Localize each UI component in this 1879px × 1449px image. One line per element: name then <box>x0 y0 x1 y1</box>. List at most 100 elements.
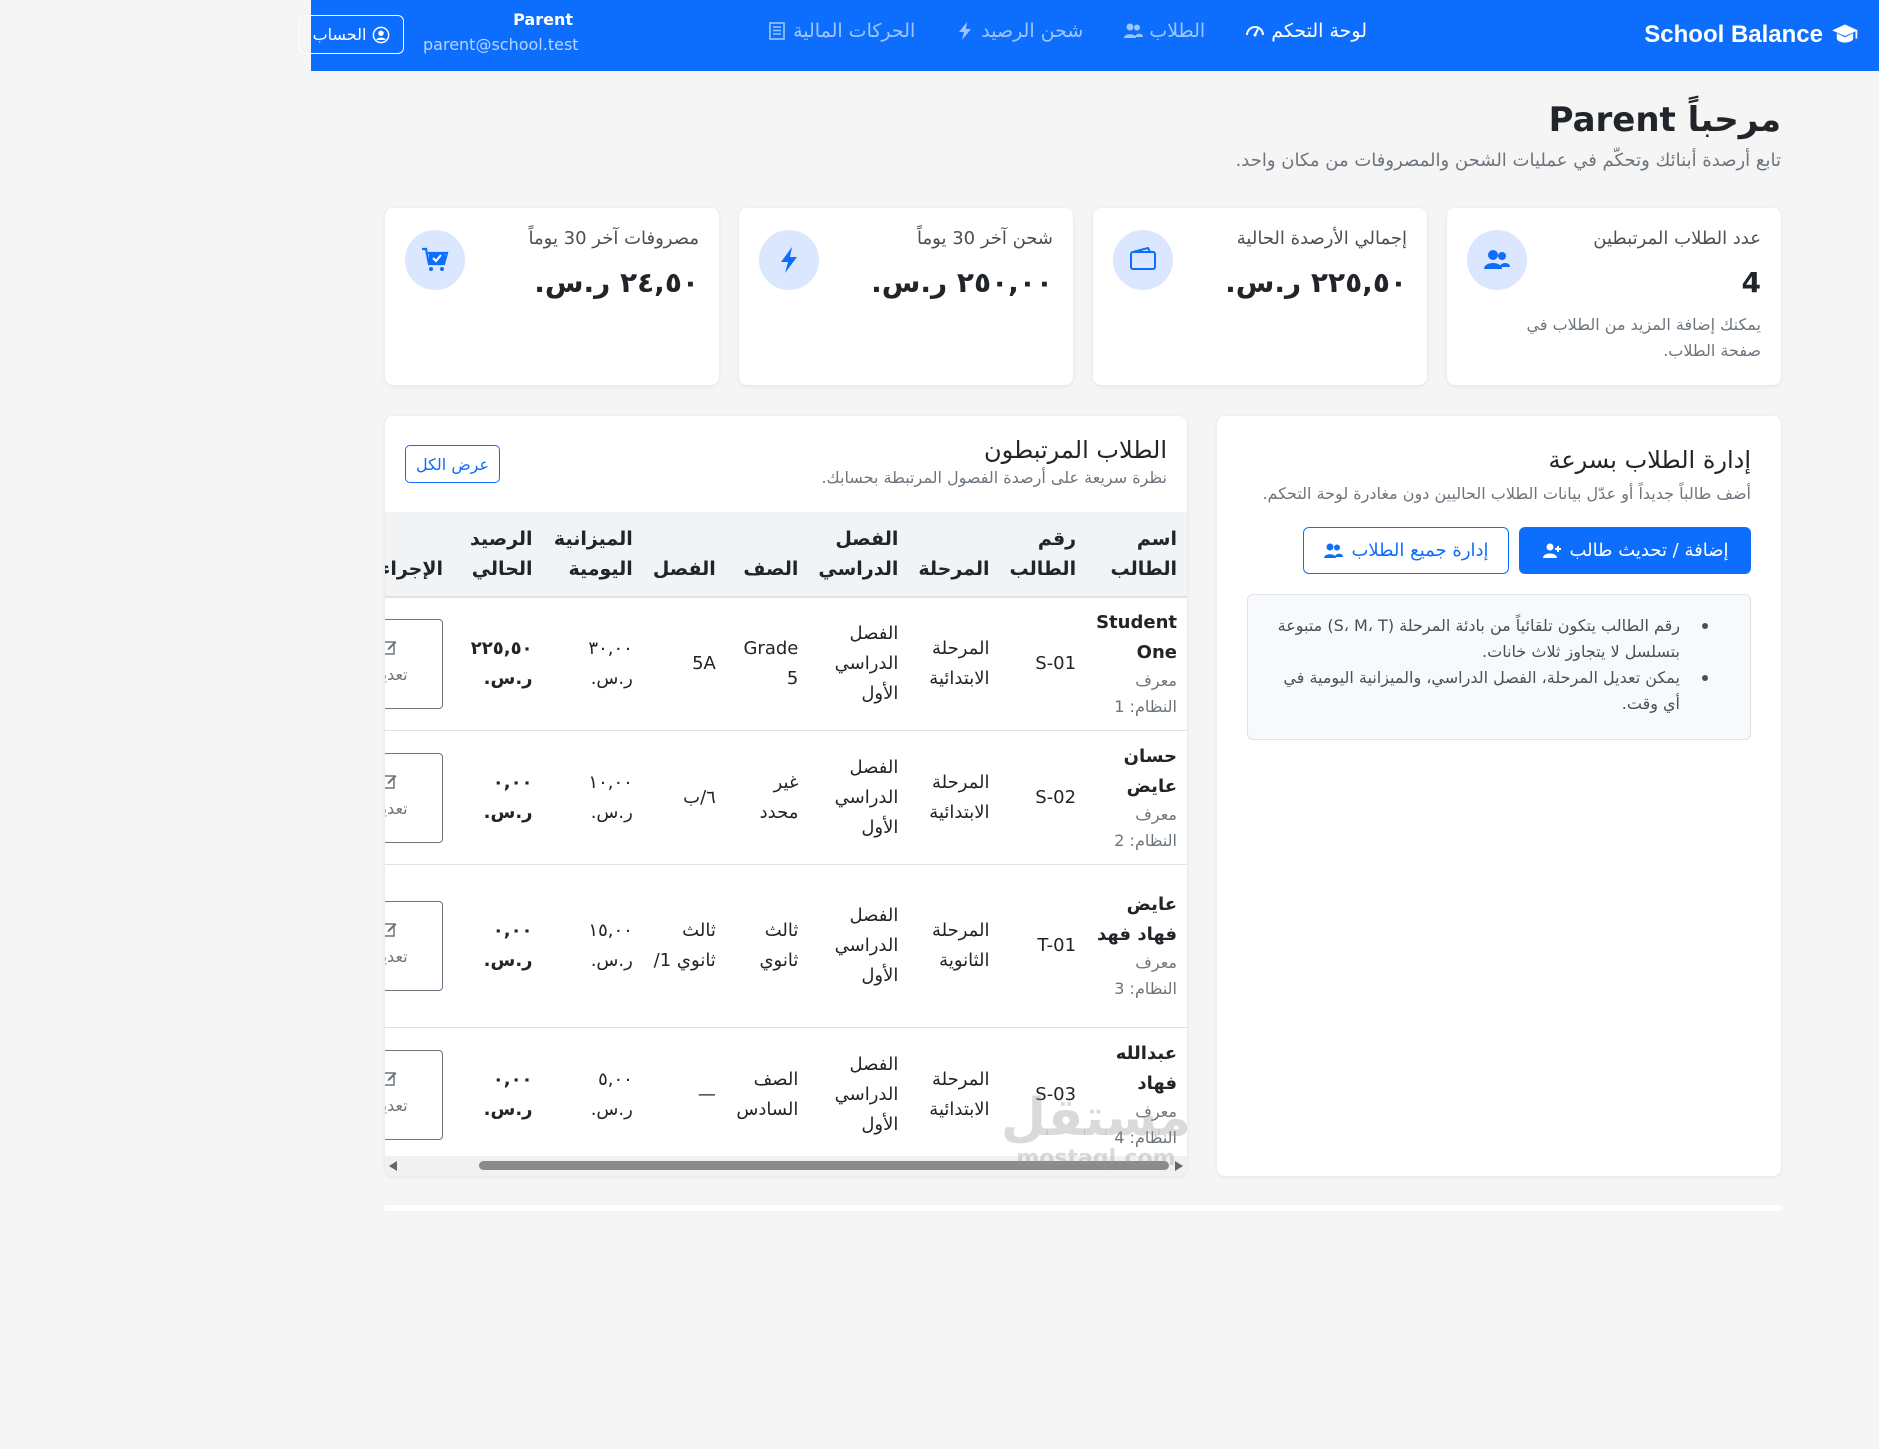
add-student-label: إضافة / تحديث طالب <box>1569 540 1729 561</box>
cell-stage: المرحلة الابتدائية <box>908 730 1000 865</box>
cell-daily: ١٠,٠٠ ر.س. <box>542 730 643 865</box>
table-row: حسان عايض معرف النظام: 2 S-02 المرحلة ال… <box>385 730 1187 865</box>
users-icon <box>1484 250 1510 269</box>
account-button[interactable]: الحساب <box>299 15 404 54</box>
edit-label: تعديل <box>385 798 408 818</box>
next-section-edge <box>385 1205 1781 1211</box>
stat-icon-wrap <box>759 230 819 290</box>
gauge-icon <box>1246 26 1265 37</box>
col-stage: المرحلة <box>908 512 1000 598</box>
cell-term: الفصل الدراسي الأول <box>808 864 909 1028</box>
cell-balance: ٠,٠٠ ر.س. <box>453 864 543 1028</box>
manage-all-label: إدارة جميع الطلاب <box>1351 540 1489 561</box>
brand-link[interactable]: School Balance <box>1644 18 1859 52</box>
stat-note: يمكنك إضافة المزيد من الطلاب في صفحة الط… <box>1526 315 1761 360</box>
edit-button[interactable]: تعديل <box>385 752 444 843</box>
add-update-student-button[interactable]: إضافة / تحديث طالب <box>1519 527 1751 574</box>
student-name: Student One <box>1096 612 1177 663</box>
main-nav: لوحة التحكم الطلاب شحن الرصيد الحركات ال… <box>767 20 1367 42</box>
cell-term: الفصل الدراسي الأول <box>808 597 909 731</box>
cell-daily: ٥,٠٠ ر.س. <box>542 1027 643 1156</box>
cell-class: ثالث ثانوي 1/ <box>642 864 726 1028</box>
view-all-button[interactable]: عرض الكل <box>405 445 500 483</box>
users-icon <box>1124 23 1144 38</box>
table-header-row: اسم الطالب رقم الطالب المرحلة الفصل الدر… <box>385 512 1187 598</box>
user-info: Parent parent@school.test <box>423 10 579 54</box>
nav-students[interactable]: الطلاب <box>1123 20 1205 42</box>
user-circle-icon <box>373 26 390 43</box>
students-table: اسم الطالب رقم الطالب المرحلة الفصل الدر… <box>385 512 1187 1156</box>
cell-number: S-02 <box>999 730 1087 865</box>
students-title: الطلاب المرتبطون <box>984 436 1167 464</box>
edit-button[interactable]: تعديل <box>385 901 444 991</box>
user-email: parent@school.test <box>423 35 579 54</box>
stat-label: شحن آخر 30 يوماً <box>917 228 1053 249</box>
page-title: مرحباً Parent <box>1548 100 1781 140</box>
manage-title: إدارة الطلاب بسرعة <box>1548 446 1751 474</box>
nav-dashboard[interactable]: لوحة التحكم <box>1245 20 1367 42</box>
cell-balance: ٠,٠٠ ر.س. <box>453 1027 543 1156</box>
manage-all-students-button[interactable]: إدارة جميع الطلاب <box>1303 527 1509 574</box>
cell-balance: ٠,٠٠ ر.س. <box>453 730 543 865</box>
cell-actions: تعديل <box>385 597 454 731</box>
watermark-url: mostaql.com <box>1016 1146 1176 1171</box>
student-name: عايض فهاد فهد <box>1097 894 1177 945</box>
cell-class: ٦/ب <box>642 730 726 865</box>
edit-label: تعديل <box>385 1096 408 1115</box>
cell-term: الفصل الدراسي الأول <box>808 1027 909 1156</box>
nav-transactions-label: الحركات المالية <box>793 20 916 42</box>
watermark-text: مستقل <box>1000 1088 1191 1148</box>
student-info-notes: رقم الطالب يتكون تلقائياً من بادئة المرح… <box>1247 594 1751 740</box>
col-actions: الإجراءات <box>385 512 454 598</box>
top-navbar: School Balance لوحة التحكم الطلاب شحن ال… <box>299 0 1879 71</box>
stat-label: عدد الطلاب المرتبطين <box>1593 228 1761 249</box>
stat-icon-wrap <box>1113 230 1173 290</box>
edit-icon <box>385 641 397 655</box>
cell-grade: غير محدد <box>725 730 809 865</box>
col-name: اسم الطالب <box>1086 512 1187 598</box>
scroll-left-arrow-icon[interactable] <box>389 1161 397 1171</box>
student-system-id: معرف النظام: 3 <box>1114 953 1177 998</box>
nav-topup[interactable]: شحن الرصيد <box>955 20 1083 42</box>
cell-number: T-01 <box>999 864 1087 1028</box>
student-system-id: معرف النظام: 1 <box>1114 671 1177 716</box>
col-term: الفصل الدراسي <box>808 512 909 598</box>
stat-icon-wrap <box>1467 230 1527 290</box>
quick-manage-panel: إدارة الطلاب بسرعة أضف طالباً جديداً أو … <box>1217 416 1781 1176</box>
cell-stage: المرحلة الثانوية <box>908 864 1000 1028</box>
stat-card-topups: شحن آخر 30 يوماً ٢٥٠,٠٠ ر.س. <box>739 208 1073 385</box>
user-name: Parent <box>513 10 573 29</box>
edit-icon <box>385 774 397 789</box>
stat-label: مصروفات آخر 30 يوماً <box>528 228 699 249</box>
col-grade: الصف <box>725 512 809 598</box>
cell-daily: ١٥,٠٠ ر.س. <box>542 864 643 1028</box>
cell-number: S-01 <box>999 597 1087 731</box>
col-daily-budget: الميزانية اليومية <box>542 512 643 598</box>
cell-actions: تعديل <box>385 864 454 1028</box>
edit-label: تعديل <box>385 947 408 966</box>
stat-card-balances: إجمالي الأرصدة الحالية ٢٢٥,٥٠ ر.س. <box>1093 208 1427 385</box>
cell-class: — <box>642 1027 726 1156</box>
edit-button[interactable]: تعديل <box>385 619 444 709</box>
nav-topup-label: شحن الرصيد <box>981 20 1084 42</box>
watermark-logo: مستقل mostaql.com <box>1001 1090 1191 1180</box>
students-subtitle: نظرة سريعة على أرصدة الفصول المرتبطة بحس… <box>821 468 1167 487</box>
graduation-cap-icon <box>1832 24 1858 43</box>
edit-icon <box>385 1072 397 1086</box>
cell-class: 5A <box>642 597 726 731</box>
cart-icon <box>422 247 449 271</box>
edit-label: تعديل <box>385 665 408 684</box>
brand-name: School Balance <box>1644 21 1823 48</box>
cell-name: Student One معرف النظام: 1 <box>1086 597 1187 731</box>
nav-transactions[interactable]: الحركات المالية <box>767 20 915 42</box>
table-row: Student One معرف النظام: 1 S-01 المرحلة … <box>385 597 1187 731</box>
cell-name: عايض فهاد فهد معرف النظام: 3 <box>1086 864 1187 1028</box>
cell-term: الفصل الدراسي الأول <box>808 730 909 865</box>
students-table-wrapper[interactable]: اسم الطالب رقم الطالب المرحلة الفصل الدر… <box>385 512 1187 1156</box>
col-class: الفصل <box>642 512 726 598</box>
edit-button[interactable]: تعديل <box>385 1050 444 1140</box>
cell-actions: تعديل <box>385 1027 454 1156</box>
col-number: رقم الطالب <box>999 512 1087 598</box>
receipt-icon <box>769 22 785 40</box>
user-plus-icon <box>1542 543 1561 558</box>
